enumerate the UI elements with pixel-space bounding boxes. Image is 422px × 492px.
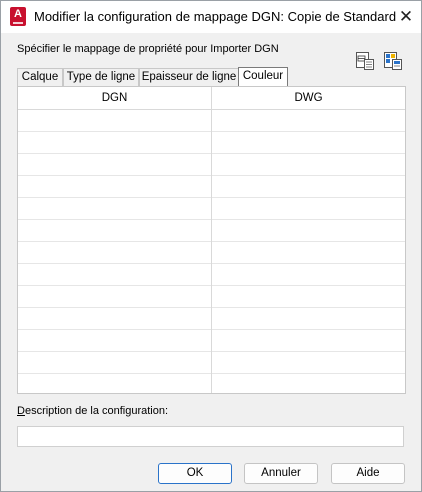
mapping-section-label: Spécifier le mappage de propriété pour I… [17, 43, 279, 55]
title-bar: A Modifier la configuration de mappage D… [1, 1, 421, 33]
column-divider [211, 87, 212, 393]
column-header-dgn[interactable]: DGN [18, 87, 211, 110]
description-label: Description de la configuration: [17, 405, 168, 417]
load-mapping-icon [356, 52, 374, 70]
description-label-mnemonic: D [17, 405, 25, 417]
tab-label: Calque [21, 71, 59, 83]
mapping-grid[interactable]: DGN DWG [17, 86, 406, 394]
tab-label: Type de ligne [66, 71, 136, 83]
save-mapping-button[interactable] [383, 51, 403, 71]
description-field[interactable] [17, 426, 404, 447]
save-mapping-icon [384, 52, 402, 70]
autocad-app-icon: A [10, 7, 26, 26]
help-button[interactable]: Aide [331, 463, 405, 484]
tab-type-de-ligne[interactable]: Type de ligne [63, 68, 139, 86]
app-icon-letter: A [14, 8, 22, 20]
tab-calque[interactable]: Calque [17, 68, 63, 86]
description-label-text: escription de la configuration: [24, 405, 169, 417]
tab-epaisseur-de-ligne[interactable]: Epaisseur de ligne [139, 68, 239, 86]
cancel-button[interactable]: Annuler [244, 463, 318, 484]
close-button[interactable]: ✕ [391, 1, 421, 33]
window-title: Modifier la configuration de mappage DGN… [34, 9, 397, 24]
dialog-window: A Modifier la configuration de mappage D… [0, 0, 422, 492]
tab-couleur[interactable]: Couleur [238, 67, 288, 86]
app-icon-strip [13, 22, 23, 24]
load-mapping-button[interactable] [355, 51, 375, 71]
column-header-dwg[interactable]: DWG [212, 87, 405, 110]
close-icon: ✕ [398, 7, 414, 26]
tab-label: Epaisseur de ligne [141, 71, 237, 83]
ok-button[interactable]: OK [158, 463, 232, 484]
tab-label: Couleur [242, 70, 284, 82]
